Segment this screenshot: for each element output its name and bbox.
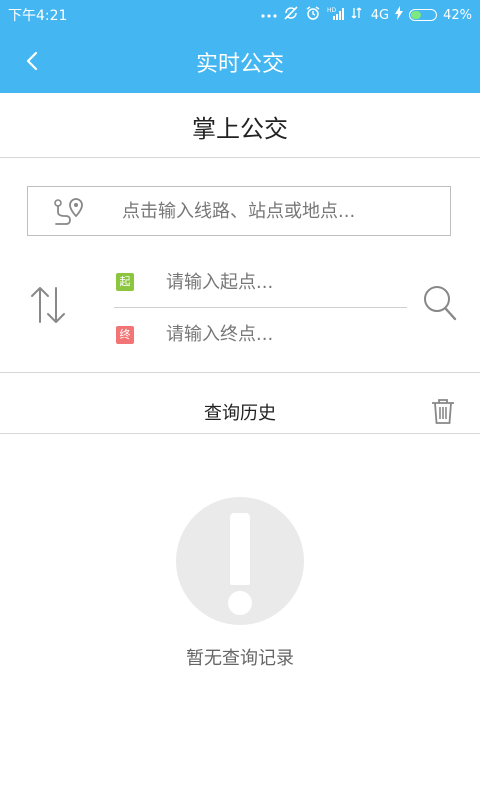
battery-icon bbox=[409, 9, 438, 21]
empty-state-text: 暂无查询记录 bbox=[186, 648, 294, 669]
more-dots-icon bbox=[261, 8, 277, 23]
signal-icon bbox=[351, 6, 365, 24]
page-title: 实时公交 bbox=[195, 52, 284, 77]
status-bar: 下午4:21 HD 4G 42% bbox=[0, 0, 480, 28]
search-icon[interactable] bbox=[422, 284, 458, 322]
status-time: 下午4:21 bbox=[8, 8, 68, 24]
start-input[interactable] bbox=[166, 268, 396, 296]
section-title: 掌上公交 bbox=[192, 115, 288, 143]
battery-percent: 42% bbox=[443, 7, 472, 23]
history-title: 查询历史 bbox=[204, 403, 276, 424]
start-tag: 起 bbox=[116, 273, 134, 291]
hd-signal-icon: HD bbox=[327, 6, 345, 24]
exclamation-icon bbox=[176, 497, 304, 625]
search-box[interactable] bbox=[27, 186, 451, 236]
end-tag: 终 bbox=[116, 326, 134, 344]
route-pin-icon bbox=[52, 195, 88, 229]
sync-off-icon bbox=[283, 5, 299, 25]
svg-text:HD: HD bbox=[327, 7, 337, 14]
network-type: 4G bbox=[370, 7, 390, 23]
alarm-icon bbox=[305, 5, 321, 25]
end-input[interactable] bbox=[166, 320, 396, 348]
search-input[interactable] bbox=[122, 197, 422, 225]
history-header: 查询历史 bbox=[0, 372, 480, 434]
swap-arrows-icon[interactable] bbox=[28, 284, 68, 326]
status-icons: HD 4G 42% bbox=[261, 5, 472, 25]
charging-icon bbox=[395, 6, 404, 24]
battery-level bbox=[411, 11, 422, 19]
exclamation-dot bbox=[228, 591, 252, 615]
trash-icon[interactable] bbox=[430, 397, 456, 425]
title-bar: 实时公交 bbox=[0, 28, 480, 93]
route-divider bbox=[114, 307, 407, 308]
exclamation-bar bbox=[230, 513, 250, 585]
sub-header: 掌上公交 bbox=[0, 93, 480, 158]
